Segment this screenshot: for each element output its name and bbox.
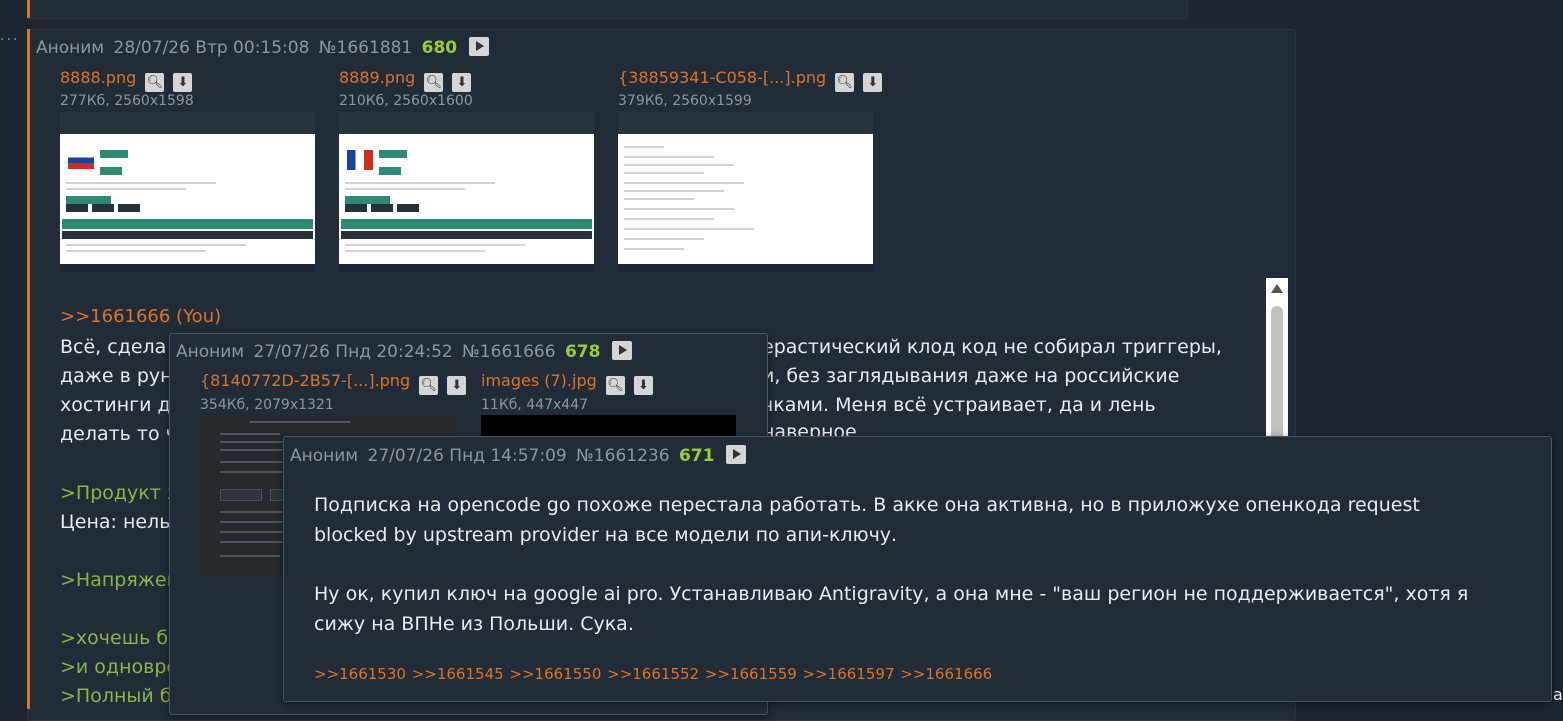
post-count: 678 xyxy=(564,342,601,362)
main-post-accent xyxy=(27,29,30,709)
file-meta: 11Кб, 447x447 xyxy=(481,397,589,413)
file-name[interactable]: {8140772D-2B57-[...].png xyxy=(200,371,410,390)
popup-1-header: Аноним 27/07/26 Пнд 20:24:52 №1661666 67… xyxy=(176,341,632,362)
search-icon[interactable]: 🔍︎ xyxy=(424,73,444,92)
post-count: 671 xyxy=(678,446,715,466)
post-text-line: хостинги д xyxy=(60,394,171,416)
post-text-line-right: чками. Меня всё устраивает, да и лень xyxy=(762,394,1156,416)
download-icon[interactable]: ⬇ xyxy=(452,73,472,92)
post-menu-dots-icon[interactable]: ··· xyxy=(0,32,19,48)
post-date: 27/07/26 Пнд 14:57:09 xyxy=(367,446,567,466)
thumbnail-2[interactable] xyxy=(339,112,594,272)
play-icon[interactable] xyxy=(468,37,489,56)
popup-1-file-2: images (7).jpg 🔍︎ ⬇ xyxy=(481,371,653,395)
post-date: 27/07/26 Пнд 20:24:52 xyxy=(253,342,453,362)
popup-2-text-line: Ну ок, купил ключ на google ai pro. Уста… xyxy=(314,583,1469,605)
post-author: Аноним xyxy=(176,342,245,362)
thumbnail-1[interactable] xyxy=(60,112,315,272)
post-preview-popup-2 xyxy=(283,436,1552,702)
post-author: Аноним xyxy=(36,38,105,58)
download-icon[interactable]: ⬇ xyxy=(863,73,883,92)
greentext-line: >хочешь бе xyxy=(60,627,180,649)
search-icon[interactable]: 🔍︎ xyxy=(419,376,439,395)
file-meta: 354Кб, 2079x1321 xyxy=(200,397,334,413)
file-1: 8888.png 🔍︎ ⬇ xyxy=(60,68,193,92)
file-meta: 277Кб, 2560x1598 xyxy=(60,93,194,109)
greentext-line: >Продукт з xyxy=(60,482,177,504)
post-date: 28/07/26 Втр 00:15:08 xyxy=(113,38,310,58)
file-2: 8889.png 🔍︎ ⬇ xyxy=(339,68,472,92)
greentext-line: >Полный б xyxy=(60,685,172,707)
popup-2-header: Аноним 27/07/26 Пнд 14:57:09 №1661236 67… xyxy=(290,445,746,466)
scrollbar[interactable] xyxy=(1266,278,1288,446)
play-icon[interactable] xyxy=(611,341,632,360)
reply-link[interactable]: >>1661666 (You) xyxy=(60,306,221,327)
post-count: 680 xyxy=(421,38,458,58)
post-text-line-right: ерастический клод код не собирал триггер… xyxy=(762,336,1222,358)
file-name[interactable]: images (7).jpg xyxy=(481,371,597,390)
post-author: Аноним xyxy=(290,446,359,466)
post-text-line: Цена: нель xyxy=(60,511,171,533)
play-icon[interactable] xyxy=(725,445,746,464)
thumbnail-3[interactable] xyxy=(618,112,873,272)
file-meta: 210Кб, 2560x1600 xyxy=(339,93,473,109)
russia-flag-icon xyxy=(68,152,94,169)
file-3: {38859341-C058-[...].png 🔍︎ ⬇ xyxy=(618,68,883,92)
search-icon[interactable]: 🔍︎ xyxy=(605,376,625,395)
post-number[interactable]: №1661666 xyxy=(462,342,555,362)
post-text-line-right: и, без заглядывания даже на российские xyxy=(762,365,1180,387)
main-post-header: Аноним 28/07/26 Втр 00:15:08 №1661881 68… xyxy=(36,37,489,58)
post-text-line: Всё, сдела xyxy=(60,336,167,358)
post-number[interactable]: №1661236 xyxy=(576,446,669,466)
previous-post-accent xyxy=(27,0,30,18)
popup-2-replies[interactable]: >>1661530 >>1661545 >>1661550 >>1661552 … xyxy=(314,665,992,683)
post-text-line: даже в рун xyxy=(60,365,173,387)
popup-2-text-line: Подписка на opencode go похоже перестала… xyxy=(314,494,1420,516)
file-name[interactable]: 8889.png xyxy=(339,68,415,87)
popup-2-text-line: сижу на ВПНе из Польши. Сука. xyxy=(314,613,634,635)
download-icon[interactable]: ⬇ xyxy=(633,376,653,395)
post-number[interactable]: №1661881 xyxy=(319,38,412,58)
previous-post xyxy=(27,0,1188,19)
greentext-line: >Напряжен xyxy=(60,569,179,591)
search-icon[interactable]: 🔍︎ xyxy=(145,73,165,92)
post-text-line: делать то ч xyxy=(60,423,177,445)
file-name[interactable]: {38859341-C058-[...].png xyxy=(618,68,826,87)
file-name[interactable]: 8888.png xyxy=(60,68,136,87)
scrollbar-thumb[interactable] xyxy=(1271,306,1283,446)
popup-1-file-1: {8140772D-2B57-[...].png 🔍︎ ⬇ xyxy=(200,371,467,395)
download-icon[interactable]: ⬇ xyxy=(447,376,467,395)
download-icon[interactable]: ⬇ xyxy=(173,73,193,92)
file-meta: 379Кб, 2560x1599 xyxy=(618,93,752,109)
edge-text-fragment: ан xyxy=(1553,685,1563,704)
search-icon[interactable]: 🔍︎ xyxy=(835,73,855,92)
greentext-line: >и одновре xyxy=(60,656,179,678)
popup-2-text-line: blocked by upstream provider на все моде… xyxy=(314,524,898,546)
france-flag-icon xyxy=(347,150,373,170)
scroll-up-arrow-icon[interactable] xyxy=(1271,284,1283,293)
